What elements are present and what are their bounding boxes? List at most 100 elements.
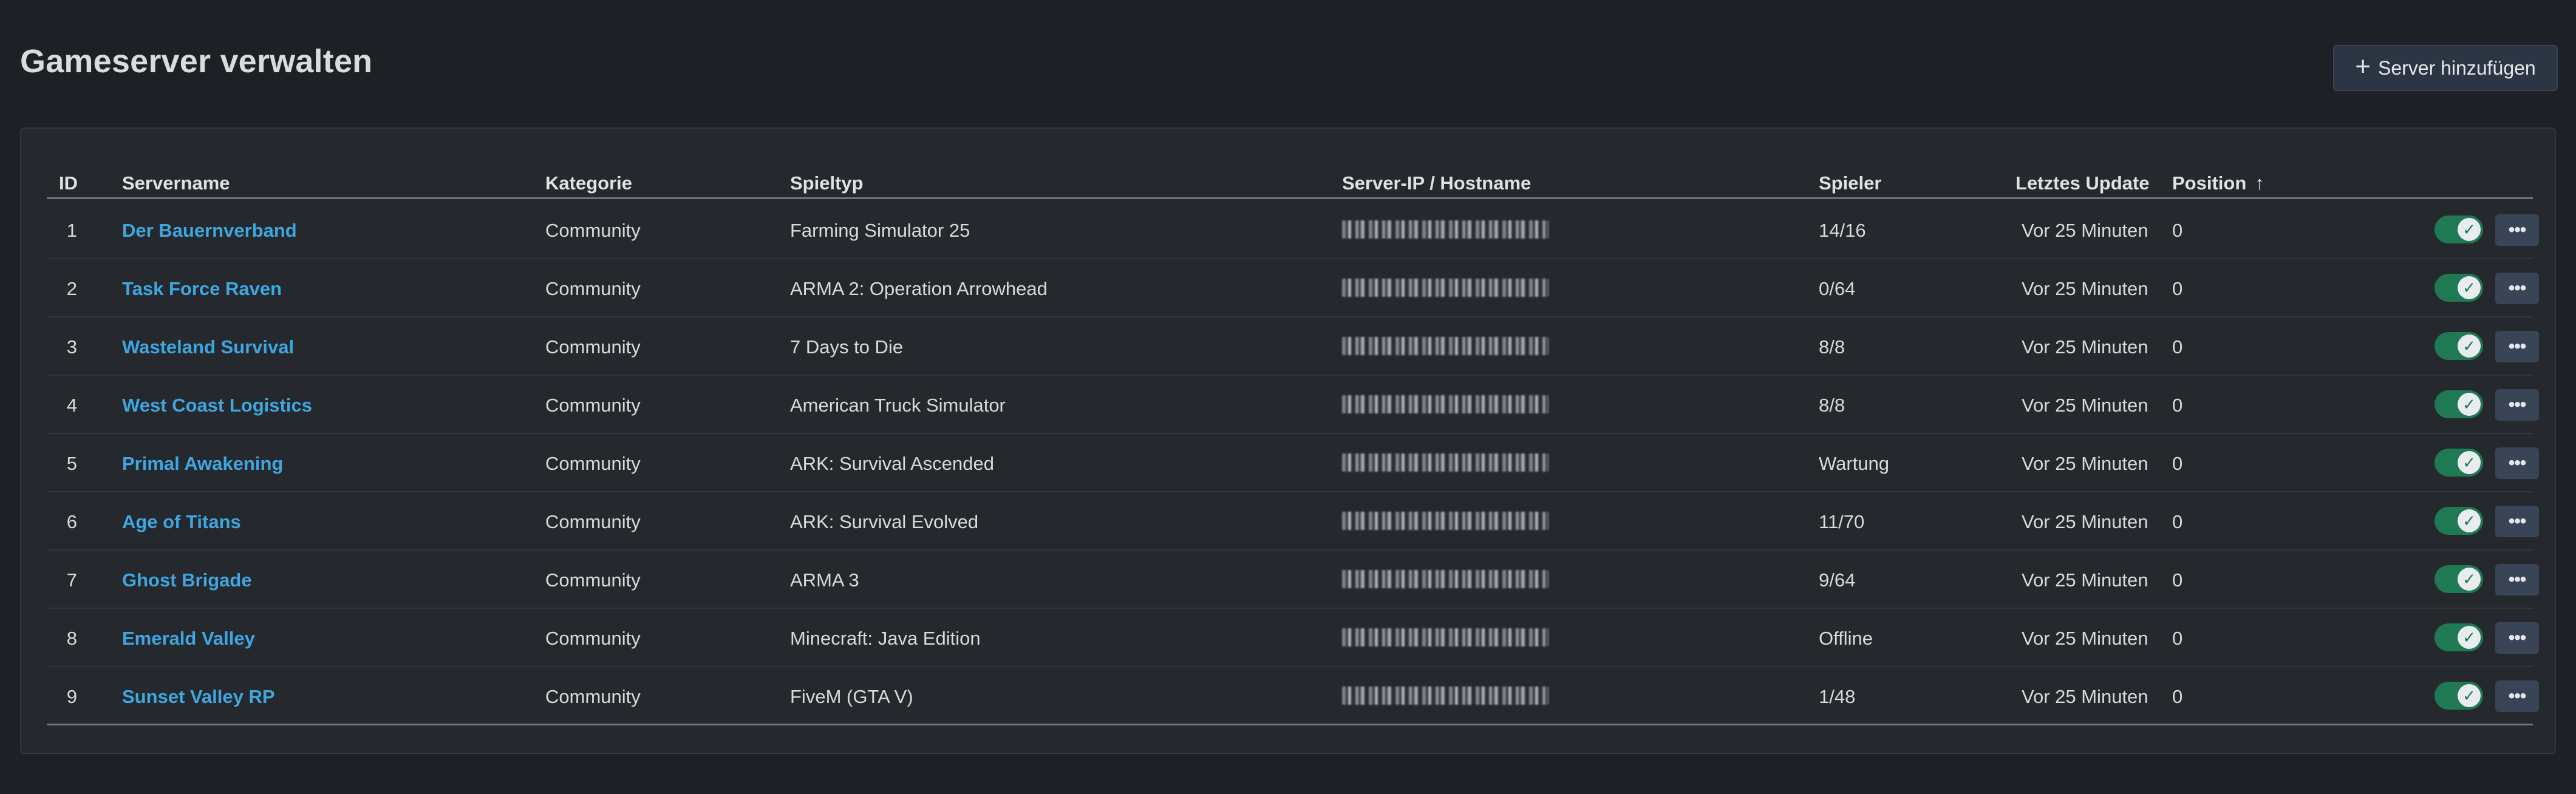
server-category: Community — [545, 278, 641, 299]
more-icon: ••• — [2508, 686, 2526, 706]
server-enabled-toggle[interactable]: ✓ — [2435, 565, 2483, 593]
server-players: Offline — [1819, 628, 1873, 649]
server-position: 0 — [2172, 628, 2183, 649]
server-position: 0 — [2172, 278, 2183, 299]
server-enabled-toggle[interactable]: ✓ — [2435, 332, 2483, 360]
server-id: 9 — [66, 686, 77, 707]
more-icon: ••• — [2508, 569, 2526, 589]
column-header-position[interactable]: Position ↑ — [2172, 172, 2264, 194]
server-enabled-toggle[interactable]: ✓ — [2435, 449, 2483, 477]
server-id: 2 — [66, 278, 77, 299]
server-game-type: ARK: Survival Ascended — [790, 453, 995, 474]
server-category: Community — [545, 336, 641, 358]
more-actions-button[interactable]: ••• — [2495, 447, 2539, 479]
more-actions-button[interactable]: ••• — [2495, 389, 2539, 421]
server-enabled-toggle[interactable]: ✓ — [2435, 507, 2483, 535]
server-category: Community — [545, 453, 641, 474]
check-icon: ✓ — [2458, 276, 2481, 299]
server-position: 0 — [2172, 336, 2183, 358]
column-header-position-label: Position — [2172, 172, 2247, 194]
table-row: 5 Primal Awakening Community ARK: Survival … — [47, 434, 2539, 492]
column-header-servername[interactable]: Servername — [122, 172, 230, 194]
server-category: Community — [545, 220, 641, 241]
more-actions-button[interactable]: ••• — [2495, 680, 2539, 712]
server-category: Community — [545, 569, 641, 591]
server-last-update: Vor 25 Minuten — [2022, 686, 2148, 707]
table-row: 3 Wasteland Survival Community 7 Days to Di… — [47, 317, 2539, 376]
server-ip-redacted — [1342, 395, 1549, 413]
server-enabled-toggle[interactable]: ✓ — [2435, 215, 2483, 243]
server-ip-redacted — [1342, 687, 1549, 705]
server-ip-redacted — [1342, 453, 1549, 472]
more-actions-button[interactable]: ••• — [2495, 214, 2539, 246]
server-players: 14/16 — [1819, 220, 1866, 241]
server-table-card: ID Servername Kategorie Spieltyp Server-… — [20, 127, 2556, 754]
server-name-link[interactable]: Ghost Brigade — [122, 569, 252, 591]
server-enabled-toggle[interactable]: ✓ — [2435, 682, 2483, 710]
server-name-link[interactable]: Emerald Valley — [122, 628, 255, 650]
server-name-link[interactable]: Sunset Valley RP — [122, 686, 275, 708]
more-actions-button[interactable]: ••• — [2495, 273, 2539, 304]
server-id: 5 — [66, 453, 77, 474]
server-last-update: Vor 25 Minuten — [2022, 569, 2148, 591]
server-game-type: American Truck Simulator — [790, 395, 1006, 416]
check-icon: ✓ — [2458, 626, 2481, 649]
more-icon: ••• — [2508, 511, 2526, 531]
server-last-update: Vor 25 Minuten — [2022, 511, 2148, 532]
column-header-id[interactable]: ID — [59, 172, 78, 194]
server-enabled-toggle[interactable]: ✓ — [2435, 274, 2483, 302]
server-name-link[interactable]: West Coast Logistics — [122, 395, 312, 416]
column-header-spieler[interactable]: Spieler — [1819, 172, 1881, 194]
more-actions-button[interactable]: ••• — [2495, 506, 2539, 537]
more-actions-button[interactable]: ••• — [2495, 622, 2539, 654]
more-actions-button[interactable]: ••• — [2495, 564, 2539, 596]
server-id: 7 — [66, 569, 77, 591]
column-header-kategorie[interactable]: Kategorie — [545, 172, 632, 194]
server-game-type: 7 Days to Die — [790, 336, 904, 358]
server-id: 6 — [66, 511, 77, 532]
more-icon: ••• — [2508, 453, 2526, 473]
server-enabled-toggle[interactable]: ✓ — [2435, 623, 2483, 651]
server-position: 0 — [2172, 395, 2183, 416]
server-game-type: Farming Simulator 25 — [790, 220, 970, 241]
server-name-link[interactable]: Age of Titans — [122, 511, 241, 533]
check-icon: ✓ — [2458, 334, 2481, 358]
server-name-link[interactable]: Task Force Raven — [122, 278, 282, 300]
server-category: Community — [545, 395, 641, 416]
more-actions-button[interactable]: ••• — [2495, 331, 2539, 362]
more-icon: ••• — [2508, 278, 2526, 298]
server-enabled-toggle[interactable]: ✓ — [2435, 390, 2483, 418]
server-last-update: Vor 25 Minuten — [2022, 278, 2148, 299]
server-id: 1 — [66, 220, 77, 241]
server-name-link[interactable]: Primal Awakening — [122, 453, 283, 475]
server-position: 0 — [2172, 220, 2183, 241]
server-last-update: Vor 25 Minuten — [2022, 220, 2148, 241]
server-last-update: Vor 25 Minuten — [2022, 395, 2148, 416]
server-game-type: Minecraft: Java Edition — [790, 628, 981, 649]
server-position: 0 — [2172, 686, 2183, 707]
table-row: 9 Sunset Valley RP Community FiveM (GTA V) 1… — [47, 667, 2539, 725]
column-header-letztes-update[interactable]: Letztes Update — [2015, 172, 2149, 194]
table-row: 7 Ghost Brigade Community ARMA 3 9/64 Vor 25 … — [47, 551, 2539, 609]
column-header-spieltyp[interactable]: Spieltyp — [790, 172, 864, 194]
server-ip-redacted — [1342, 628, 1549, 646]
server-players: 8/8 — [1819, 395, 1845, 416]
server-players: 9/64 — [1819, 569, 1856, 591]
server-category: Community — [545, 628, 641, 649]
table-row: 4 West Coast Logistics Community American T… — [47, 376, 2539, 434]
column-header-server-ip[interactable]: Server-IP / Hostname — [1342, 172, 1531, 194]
server-id: 4 — [66, 395, 77, 416]
server-category: Community — [545, 686, 641, 707]
sort-ascending-icon: ↑ — [2255, 172, 2264, 194]
table-row: 8 Emerald Valley Community Minecraft: Java … — [47, 609, 2539, 667]
table-row: 1 Der Bauernverband Community Farming Simul… — [47, 201, 2539, 259]
page: Gameserver verwalten + Server hinzufügen… — [0, 0, 2576, 794]
server-ip-redacted — [1342, 279, 1549, 297]
server-name-link[interactable]: Wasteland Survival — [122, 336, 294, 358]
server-ip-redacted — [1342, 337, 1549, 355]
server-name-link[interactable]: Der Bauernverband — [122, 220, 297, 242]
add-server-label: Server hinzufügen — [2377, 56, 2536, 79]
server-category: Community — [545, 511, 641, 532]
server-last-update: Vor 25 Minuten — [2022, 336, 2148, 358]
add-server-button[interactable]: + Server hinzufügen — [2333, 45, 2558, 91]
